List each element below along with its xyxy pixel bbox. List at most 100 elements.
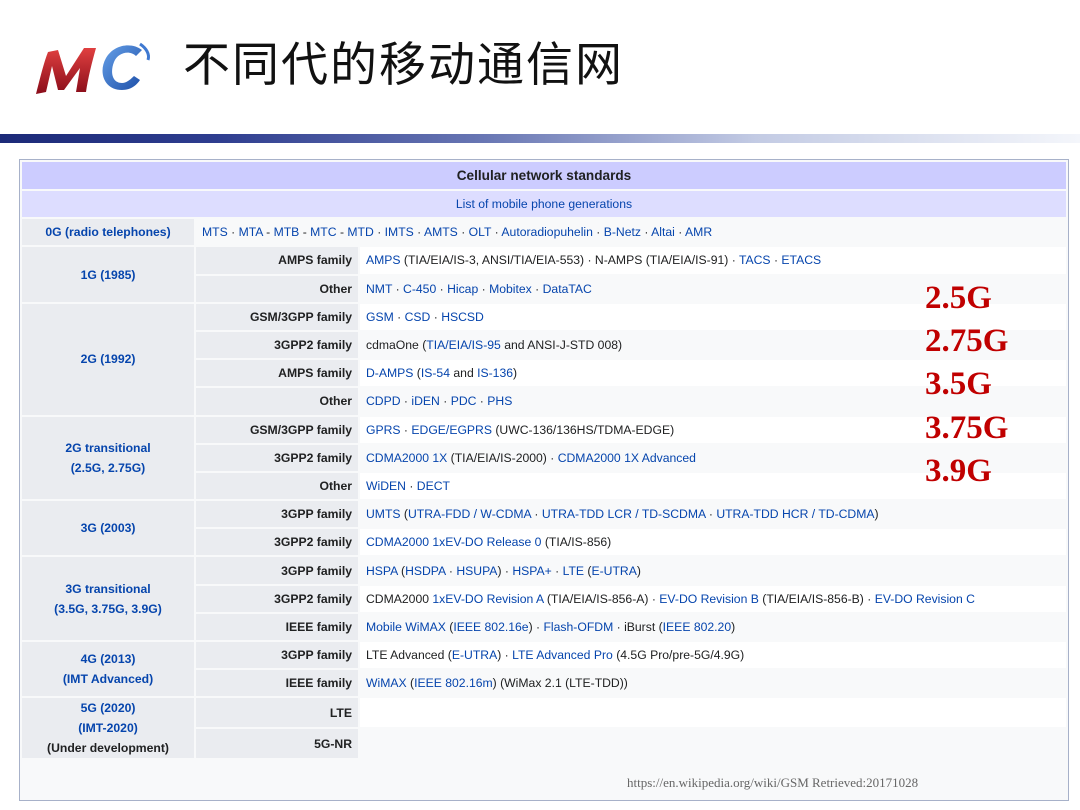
standard-link[interactable]: CSD bbox=[405, 310, 431, 324]
standard-link[interactable]: PHS bbox=[487, 394, 512, 408]
standard-link[interactable]: PDC bbox=[451, 394, 477, 408]
standard-link[interactable]: Hicap bbox=[447, 282, 478, 296]
gen-label-2-5g: 2.5G bbox=[925, 280, 992, 316]
standard-link[interactable]: E-UTRA bbox=[452, 648, 497, 662]
standard-link[interactable]: LTE bbox=[563, 564, 584, 578]
standard-link[interactable]: C-450 bbox=[403, 282, 436, 296]
standard-link[interactable]: IEEE 802.16e bbox=[453, 620, 528, 634]
standard-link[interactable]: UTRA-FDD / W-CDMA bbox=[408, 507, 531, 521]
separator: · bbox=[445, 563, 457, 578]
family-list: AMPS (TIA/EIA/IS-3, ANSI/TIA/EIA-553) · … bbox=[360, 247, 1066, 274]
standard-link[interactable]: DECT bbox=[417, 479, 450, 493]
standard-link[interactable]: IS-54 bbox=[421, 366, 450, 380]
separator: · bbox=[400, 422, 412, 437]
standard-link[interactable]: Mobile WiMAX bbox=[366, 620, 446, 634]
standard-link[interactable]: HSCSD bbox=[441, 310, 484, 324]
standard-link[interactable]: MTD bbox=[347, 225, 373, 239]
standard-link[interactable]: HSPA+ bbox=[512, 564, 551, 578]
standard-link[interactable]: CDPD bbox=[366, 394, 401, 408]
list-text: (TIA/EIA/IS-3, ANSI/TIA/EIA-553) · N-AMP… bbox=[400, 253, 739, 268]
separator: · bbox=[592, 225, 604, 240]
standard-link[interactable]: iDEN bbox=[411, 394, 439, 408]
standard-link[interactable]: DataTAC bbox=[543, 282, 592, 296]
standard-link[interactable]: AMR bbox=[685, 225, 712, 239]
list-text: ) (WiMax 2.1 (LTE-TDD)) bbox=[492, 676, 628, 691]
list-text: · iBurst ( bbox=[613, 619, 663, 634]
group-label[interactable]: 1G (1985) bbox=[22, 247, 194, 302]
separator: · bbox=[457, 225, 469, 240]
standard-link[interactable]: IEEE 802.20 bbox=[663, 620, 731, 634]
standard-link[interactable]: HSUPA bbox=[456, 564, 497, 578]
separator: · bbox=[640, 225, 652, 240]
group-label[interactable]: 2G (1992) bbox=[22, 303, 194, 415]
standard-link[interactable]: MTC bbox=[310, 225, 336, 239]
family-label: AMPS family bbox=[196, 247, 358, 274]
separator: · bbox=[373, 225, 385, 240]
list-text: ) · bbox=[497, 648, 513, 663]
group-label-line: 2G (1992) bbox=[80, 352, 136, 367]
standard-link[interactable]: Autoradiopuhelin bbox=[501, 225, 592, 239]
standard-link[interactable]: IS-136 bbox=[477, 366, 513, 380]
gen-label-2-75g: 2.75G bbox=[925, 323, 1009, 359]
group-label-line: (2.5G, 2.75G) bbox=[70, 460, 146, 475]
standard-link[interactable]: MTB bbox=[274, 225, 300, 239]
separator: · bbox=[405, 478, 417, 493]
standard-link[interactable]: TACS bbox=[739, 253, 771, 267]
standard-link[interactable]: D-AMPS bbox=[366, 366, 413, 380]
standard-link[interactable]: B-Netz bbox=[604, 225, 641, 239]
standard-link[interactable]: HSPA bbox=[366, 564, 398, 578]
standard-link[interactable]: IMTS bbox=[385, 225, 414, 239]
standard-link[interactable]: EDGE/EGPRS bbox=[411, 423, 492, 437]
standard-link[interactable]: WiMAX bbox=[366, 676, 407, 690]
separator: - bbox=[299, 225, 311, 240]
standard-link[interactable]: OLT bbox=[469, 225, 492, 239]
row-label-0g[interactable]: 0G (radio telephones) bbox=[22, 219, 194, 246]
family-label: IEEE family bbox=[196, 613, 358, 640]
standard-link[interactable]: UTRA-TDD LCR / TD-SCDMA bbox=[542, 507, 706, 521]
family-list bbox=[360, 729, 1066, 759]
standard-link[interactable]: EV-DO Revision C bbox=[875, 592, 975, 606]
standard-link[interactable]: MTS bbox=[202, 225, 228, 239]
table-subtitle-link[interactable]: List of mobile phone generations bbox=[22, 191, 1066, 218]
standard-link[interactable]: GPRS bbox=[366, 423, 401, 437]
group-label[interactable]: 3G transitional (3.5G, 3.75G, 3.9G) bbox=[22, 557, 194, 640]
standard-link[interactable]: UMTS bbox=[366, 507, 401, 521]
standard-link[interactable]: UTRA-TDD HCR / TD-CDMA bbox=[716, 507, 874, 521]
standard-link[interactable]: Altai bbox=[651, 225, 675, 239]
table-row: 3G transitional (3.5G, 3.75G, 3.9G) 3GPP f… bbox=[22, 557, 1066, 640]
standard-link[interactable]: AMTS bbox=[424, 225, 458, 239]
group-label[interactable]: 5G (2020) (IMT-2020) (Under development) bbox=[22, 698, 194, 759]
standard-link[interactable]: EV-DO Revision B bbox=[659, 592, 759, 606]
table-title: Cellular network standards bbox=[22, 162, 1066, 189]
group-label-line: (IMT-2020) bbox=[78, 721, 138, 736]
standard-link[interactable]: HSDPA bbox=[405, 564, 445, 578]
standard-link[interactable]: IEEE 802.16m bbox=[414, 676, 493, 690]
group-label[interactable]: 3G (2003) bbox=[22, 501, 194, 556]
standard-link[interactable]: Mobitex bbox=[489, 282, 532, 296]
standard-link[interactable]: MTA bbox=[239, 225, 263, 239]
separator: · bbox=[400, 394, 412, 409]
standard-link[interactable]: CDMA2000 1X Advanced bbox=[558, 451, 696, 465]
list-text: ( bbox=[400, 507, 408, 522]
standard-link[interactable]: Flash-OFDM bbox=[543, 620, 613, 634]
standard-link[interactable]: TIA/EIA/IS-95 bbox=[426, 338, 501, 352]
standard-link[interactable]: WiDEN bbox=[366, 479, 406, 493]
group-label-line: 5G (2020) bbox=[80, 701, 136, 716]
standard-link[interactable]: ETACS bbox=[781, 253, 821, 267]
family-label: AMPS family bbox=[196, 360, 358, 387]
standard-link[interactable]: E-UTRA bbox=[591, 564, 636, 578]
standard-link[interactable]: LTE Advanced Pro bbox=[512, 648, 613, 662]
separator: · bbox=[551, 563, 563, 578]
standard-link[interactable]: AMPS bbox=[366, 253, 401, 267]
standard-link[interactable]: CDMA2000 1xEV-DO Release 0 bbox=[366, 535, 541, 549]
table-row: 1G (1985) AMPS family AMPS (TIA/EIA/IS-3, … bbox=[22, 247, 1066, 302]
standard-link[interactable]: NMT bbox=[366, 282, 392, 296]
group-label[interactable]: 4G (2013) (IMT Advanced) bbox=[22, 642, 194, 697]
standard-link[interactable]: CDMA2000 1X bbox=[366, 451, 447, 465]
group-label[interactable]: 2G transitional (2.5G, 2.75G) bbox=[22, 416, 194, 500]
row-list-0g: MTS · MTA - MTB - MTC - MTD · IMTS · AMT… bbox=[196, 219, 1066, 246]
standard-link[interactable]: GSM bbox=[366, 310, 394, 324]
list-text: ) bbox=[513, 366, 518, 381]
standard-link[interactable]: 1xEV-DO Revision A bbox=[432, 592, 543, 606]
family-list: LTE Advanced (E-UTRA) · LTE Advanced Pro… bbox=[360, 642, 1066, 669]
